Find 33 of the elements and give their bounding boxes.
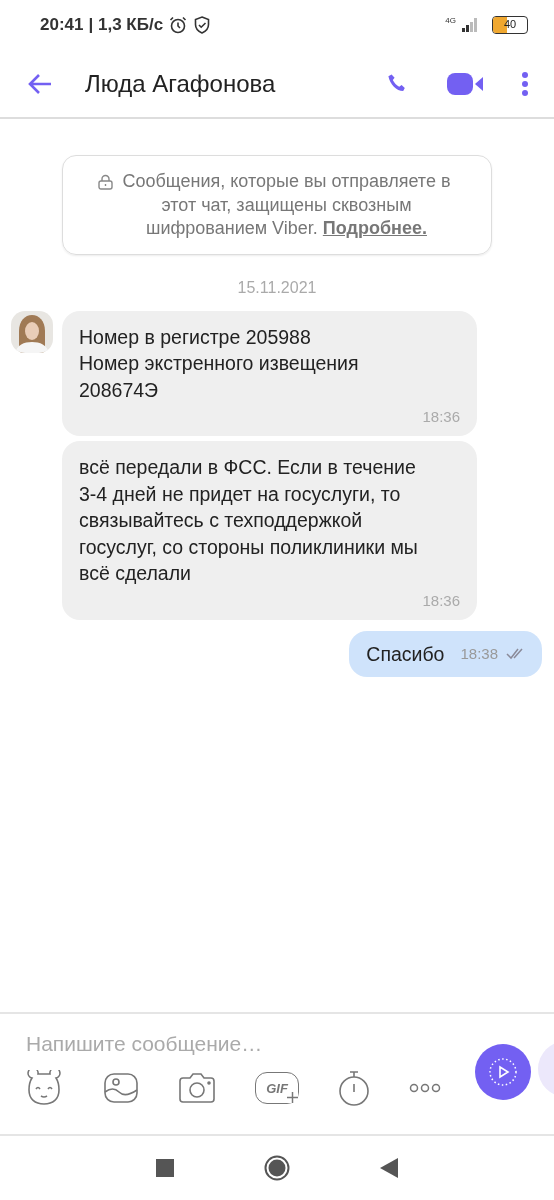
network-speed: | 1,3 КБ/с bbox=[88, 15, 164, 35]
video-call-icon[interactable] bbox=[447, 71, 483, 96]
lock-icon bbox=[97, 174, 113, 190]
message-text: всё передали в ФСС. Если в течение 3-4 дней не придет на госуслуги, то связывайтесь с техподдержкой госуслуг, со стороны поликлиники мы всё сделали bbox=[79, 455, 419, 586]
message-input[interactable]: Напишите сообщение… bbox=[26, 1032, 426, 1056]
contact-name: Люда Агафонова bbox=[85, 69, 277, 98]
play-icon bbox=[488, 1057, 518, 1087]
avatar[interactable] bbox=[11, 310, 53, 353]
learn-more-link[interactable]: Подробнее. bbox=[322, 218, 427, 238]
timer-icon[interactable] bbox=[338, 1070, 370, 1106]
network-type: 4G bbox=[445, 16, 456, 25]
back-icon[interactable] bbox=[27, 72, 53, 95]
gif-button[interactable]: GIF bbox=[255, 1072, 299, 1104]
sticker-icon[interactable] bbox=[24, 1070, 64, 1106]
more-options-icon[interactable] bbox=[409, 1083, 441, 1093]
gallery-icon[interactable] bbox=[103, 1072, 139, 1104]
camera-icon[interactable] bbox=[178, 1072, 216, 1104]
message-text: Спасибо bbox=[366, 641, 445, 667]
message-time: 18:36 bbox=[422, 590, 460, 611]
message-time: 18:36 bbox=[422, 407, 460, 427]
signal-icon bbox=[461, 18, 479, 32]
message-time: 18:38 bbox=[460, 643, 498, 664]
message-text: Номер экстренного извещения 208674Э bbox=[79, 351, 360, 403]
status-time: 20:41 bbox=[40, 15, 84, 35]
back-nav-icon[interactable] bbox=[380, 1158, 398, 1178]
shield-icon bbox=[193, 15, 212, 35]
more-icon[interactable] bbox=[521, 70, 529, 97]
alarm-icon bbox=[168, 15, 189, 35]
notice-text: Сообщения, которые вы отправляете в этот чат, защищены сквозным шифрованием Viber. Подробнее. bbox=[121, 170, 452, 240]
home-icon[interactable] bbox=[264, 1155, 290, 1181]
message-text: Номер в регистре 205988 bbox=[79, 324, 311, 350]
video-message-button[interactable] bbox=[475, 1044, 531, 1100]
date-label: 15.11.2021 bbox=[236, 278, 318, 297]
